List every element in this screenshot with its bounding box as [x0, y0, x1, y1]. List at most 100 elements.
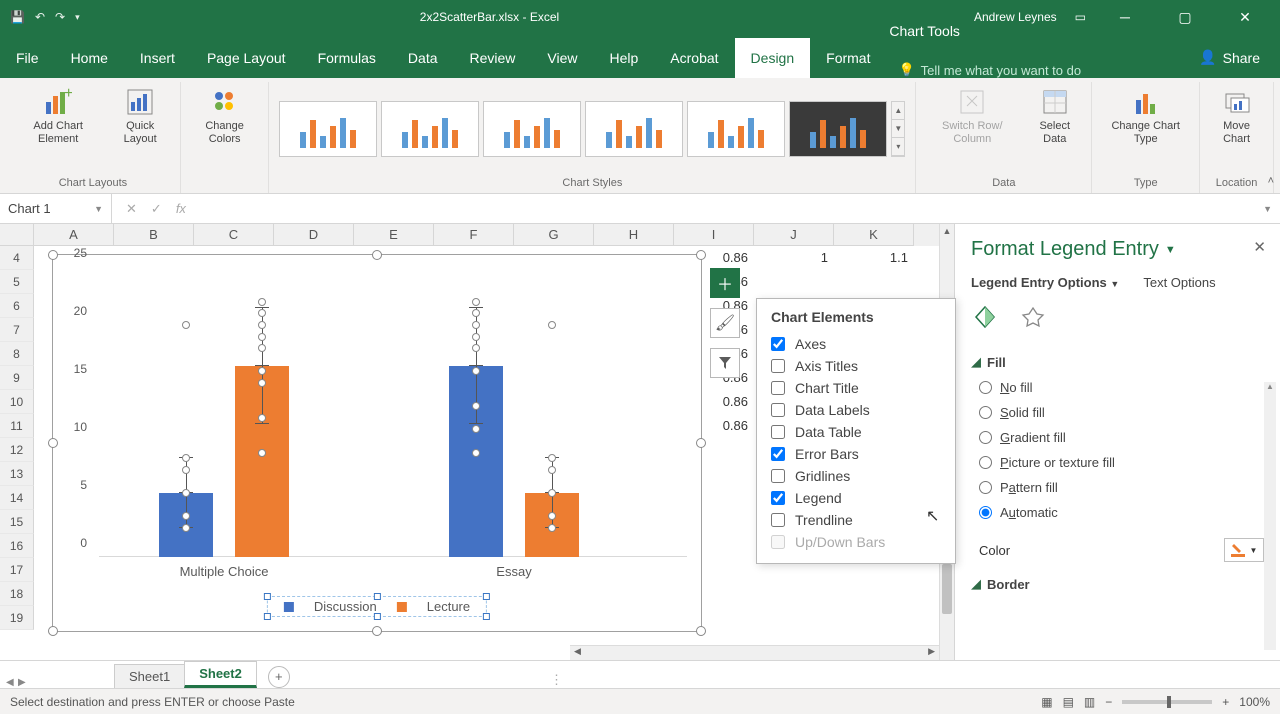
chk-data-table[interactable]: Data Table	[771, 421, 941, 443]
border-section[interactable]: ◢ Border	[971, 576, 1264, 592]
radio-pattern-fill[interactable]: Pattern fill	[979, 480, 1264, 495]
col-header[interactable]: H	[594, 224, 674, 246]
chk-error-bars[interactable]: Error Bars	[771, 443, 941, 465]
scatter-point[interactable]	[548, 321, 556, 329]
row-header[interactable]: 7	[0, 318, 34, 342]
resize-handle[interactable]	[696, 438, 706, 448]
select-data-button[interactable]: Select Data	[1024, 82, 1085, 175]
style-thumb-6[interactable]	[789, 101, 887, 157]
color-picker-button[interactable]: ▼	[1224, 538, 1264, 562]
scatter-point[interactable]	[258, 379, 266, 387]
scatter-point[interactable]	[472, 321, 480, 329]
row-header[interactable]: 6	[0, 294, 34, 318]
scatter-point[interactable]	[548, 524, 556, 532]
col-header[interactable]: I	[674, 224, 754, 246]
enter-fx-icon[interactable]: ✓	[151, 201, 162, 217]
scatter-point[interactable]	[472, 333, 480, 341]
tab-page-layout[interactable]: Page Layout	[191, 38, 302, 78]
scatter-point[interactable]	[182, 321, 190, 329]
view-layout-icon[interactable]: ▤	[1063, 695, 1074, 709]
scatter-point[interactable]	[182, 512, 190, 520]
chk-axes[interactable]: Axes	[771, 333, 941, 355]
col-header[interactable]: E	[354, 224, 434, 246]
row-header[interactable]: 9	[0, 366, 34, 390]
undo-icon[interactable]: ↶	[35, 10, 45, 24]
style-thumb-3[interactable]	[483, 101, 581, 157]
row-header[interactable]: 19	[0, 606, 34, 630]
col-header[interactable]: D	[274, 224, 354, 246]
scatter-point[interactable]	[182, 524, 190, 532]
tab-review[interactable]: Review	[454, 38, 532, 78]
change-chart-type-button[interactable]: Change Chart Type	[1098, 82, 1193, 175]
chart-object[interactable]: 0510152025 Discussion Lecture Multiple C…	[52, 254, 702, 632]
tab-design[interactable]: Design	[735, 38, 811, 78]
scatter-point[interactable]	[258, 298, 266, 306]
fill-section[interactable]: ◢ Fill	[971, 354, 1264, 370]
tab-nav-next[interactable]: ▶	[18, 677, 26, 688]
scroll-thumb[interactable]	[942, 564, 952, 614]
zoom-out-button[interactable]: −	[1105, 695, 1112, 709]
resize-handle[interactable]	[372, 626, 382, 636]
row-header[interactable]: 18	[0, 582, 34, 606]
radio-picture-fill[interactable]: Picture or texture fill	[979, 455, 1264, 470]
share-button[interactable]: 👤 Share	[1179, 37, 1280, 78]
chart-styles-button[interactable]: 🖌	[710, 308, 740, 338]
plot-area[interactable]	[99, 269, 687, 557]
fill-line-icon[interactable]	[971, 304, 999, 330]
user-name[interactable]: Andrew Leynes	[974, 10, 1057, 24]
scatter-point[interactable]	[548, 466, 556, 474]
maximize-button[interactable]: ▢	[1164, 9, 1206, 26]
select-all-corner[interactable]	[0, 224, 34, 246]
cell-K4[interactable]: 1.1	[834, 246, 914, 270]
row-header[interactable]: 14	[0, 486, 34, 510]
close-button[interactable]: ✕	[1224, 9, 1266, 26]
horizontal-scrollbar[interactable]: ◀ ▶	[570, 645, 939, 660]
col-header[interactable]: C	[194, 224, 274, 246]
legend-item-discussion[interactable]: Discussion	[314, 599, 377, 614]
style-thumb-5[interactable]	[687, 101, 785, 157]
tab-acrobat[interactable]: Acrobat	[654, 38, 734, 78]
scatter-point[interactable]	[548, 489, 556, 497]
cell-J4[interactable]: 1	[754, 246, 834, 270]
row-header[interactable]: 12	[0, 438, 34, 462]
chk-axis-titles[interactable]: Axis Titles	[771, 355, 941, 377]
style-thumb-4[interactable]	[585, 101, 683, 157]
resize-handle[interactable]	[48, 250, 58, 260]
collapse-ribbon-icon[interactable]: ˄	[1268, 175, 1274, 187]
row-header[interactable]: 5	[0, 270, 34, 294]
radio-gradient-fill[interactable]: Gradient fill	[979, 430, 1264, 445]
scatter-point[interactable]	[258, 367, 266, 375]
fx-icon[interactable]: fx	[176, 201, 186, 217]
style-thumb-1[interactable]	[279, 101, 377, 157]
cancel-fx-icon[interactable]: ✕	[126, 201, 137, 217]
scatter-point[interactable]	[472, 402, 480, 410]
scatter-point[interactable]	[548, 512, 556, 520]
chart-filters-button[interactable]	[710, 348, 740, 378]
col-header[interactable]: A	[34, 224, 114, 246]
scatter-point[interactable]	[258, 321, 266, 329]
chk-legend[interactable]: Legend	[771, 487, 941, 509]
zoom-level[interactable]: 100%	[1239, 695, 1270, 709]
radio-automatic[interactable]: Automatic	[979, 505, 1264, 520]
scatter-point[interactable]	[472, 367, 480, 375]
tab-help[interactable]: Help	[594, 38, 655, 78]
scatter-point[interactable]	[258, 309, 266, 317]
chart-elements-button[interactable]: ＋	[710, 268, 740, 298]
radio-no-fill[interactable]: No fill	[979, 380, 1264, 395]
chk-trendline[interactable]: Trendline	[771, 509, 941, 531]
pane-scrollbar[interactable]: ▲	[1264, 382, 1276, 650]
row-header[interactable]: 13	[0, 462, 34, 486]
scatter-point[interactable]	[182, 466, 190, 474]
row-header[interactable]: 8	[0, 342, 34, 366]
col-header[interactable]: B	[114, 224, 194, 246]
resize-handle[interactable]	[372, 250, 382, 260]
chk-chart-title[interactable]: Chart Title	[771, 377, 941, 399]
resize-handle[interactable]	[696, 250, 706, 260]
ribbon-opts-icon[interactable]: ▭	[1075, 10, 1086, 24]
tab-view[interactable]: View	[531, 38, 593, 78]
chart-styles-gallery[interactable]: ▲▼▾	[275, 82, 909, 175]
qat-more-icon[interactable]: ▾	[75, 12, 80, 23]
style-thumb-2[interactable]	[381, 101, 479, 157]
row-header[interactable]: 11	[0, 414, 34, 438]
close-pane-button[interactable]: ✕	[1253, 238, 1266, 256]
